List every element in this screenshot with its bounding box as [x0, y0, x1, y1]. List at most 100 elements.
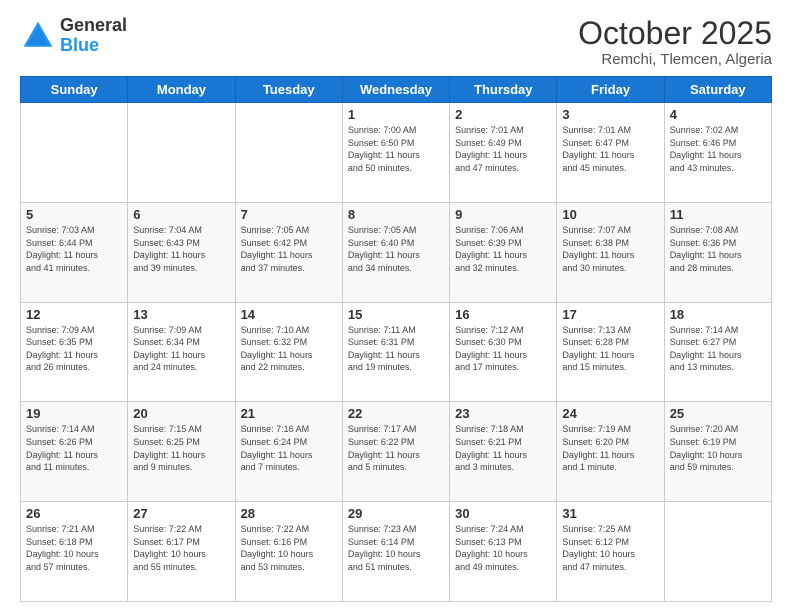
day-number: 28: [241, 506, 337, 521]
day-number: 2: [455, 107, 551, 122]
logo-blue-text: Blue: [60, 35, 99, 55]
day-number: 6: [133, 207, 229, 222]
calendar-header-row: SundayMondayTuesdayWednesdayThursdayFrid…: [21, 77, 772, 103]
day-number: 21: [241, 406, 337, 421]
day-number: 23: [455, 406, 551, 421]
logo-icon: [20, 18, 56, 54]
calendar-week-row: 5 Sunrise: 7:03 AM Sunset: 6:44 PM Daylig…: [21, 202, 772, 302]
day-number: 5: [26, 207, 122, 222]
calendar-cell: 20 Sunrise: 7:15 AM Sunset: 6:25 PM Dayli…: [128, 402, 235, 502]
logo: General Blue: [20, 16, 127, 56]
title-section: October 2025 Remchi, Tlemcen, Algeria: [578, 16, 772, 68]
calendar-cell: [128, 103, 235, 203]
day-number: 12: [26, 307, 122, 322]
calendar-cell: [664, 502, 771, 602]
calendar-cell: 30Sunrise: 7:24 AM Sunset: 6:13 PM Dayli…: [450, 502, 557, 602]
day-info: Sunrise: 7:22 AM Sunset: 6:16 PM Dayligh…: [241, 523, 337, 573]
calendar-cell: 27 Sunrise: 7:22 AM Sunset: 6:17 PM Dayli…: [128, 502, 235, 602]
day-info: Sunrise: 7:03 AM Sunset: 6:44 PM Dayligh…: [26, 224, 122, 274]
day-number: 20: [133, 406, 229, 421]
day-header-wednesday: Wednesday: [342, 77, 449, 103]
day-info: Sunrise: 7:01 AM Sunset: 6:49 PM Dayligh…: [455, 124, 551, 174]
calendar-cell: 31 Sunrise: 7:25 AM Sunset: 6:12 PM Dayli…: [557, 502, 664, 602]
calendar-week-row: 1 Sunrise: 7:00 AM Sunset: 6:50 PM Daylig…: [21, 103, 772, 203]
calendar-cell: 1 Sunrise: 7:00 AM Sunset: 6:50 PM Daylig…: [342, 103, 449, 203]
day-number: 11: [670, 207, 766, 222]
calendar-cell: 12 Sunrise: 7:09 AM Sunset: 6:35 PM Dayli…: [21, 302, 128, 402]
month-title: October 2025: [578, 16, 772, 51]
day-info: Sunrise: 7:00 AM Sunset: 6:50 PM Dayligh…: [348, 124, 444, 174]
day-info: Sunrise: 7:18 AM Sunset: 6:21 PM Dayligh…: [455, 423, 551, 473]
day-number: 31: [562, 506, 658, 521]
day-number: 18: [670, 307, 766, 322]
calendar-cell: 2 Sunrise: 7:01 AM Sunset: 6:49 PM Daylig…: [450, 103, 557, 203]
header: General Blue October 2025 Remchi, Tlemce…: [20, 16, 772, 68]
day-info: Sunrise: 7:05 AM Sunset: 6:40 PM Dayligh…: [348, 224, 444, 274]
calendar-cell: 22Sunrise: 7:17 AM Sunset: 6:22 PM Dayli…: [342, 402, 449, 502]
page: General Blue October 2025 Remchi, Tlemce…: [0, 0, 792, 612]
calendar-cell: [235, 103, 342, 203]
day-header-sunday: Sunday: [21, 77, 128, 103]
calendar-cell: 16 Sunrise: 7:12 AM Sunset: 6:30 PM Dayli…: [450, 302, 557, 402]
calendar-cell: 28 Sunrise: 7:22 AM Sunset: 6:16 PM Dayli…: [235, 502, 342, 602]
day-info: Sunrise: 7:12 AM Sunset: 6:30 PM Dayligh…: [455, 324, 551, 374]
day-number: 26: [26, 506, 122, 521]
day-number: 1: [348, 107, 444, 122]
calendar-week-row: 19 Sunrise: 7:14 AM Sunset: 6:26 PM Dayli…: [21, 402, 772, 502]
day-info: Sunrise: 7:09 AM Sunset: 6:35 PM Dayligh…: [26, 324, 122, 374]
calendar-week-row: 26 Sunrise: 7:21 AM Sunset: 6:18 PM Dayli…: [21, 502, 772, 602]
day-number: 29: [348, 506, 444, 521]
day-info: Sunrise: 7:24 AM Sunset: 6:13 PM Dayligh…: [455, 523, 551, 573]
day-info: Sunrise: 7:08 AM Sunset: 6:36 PM Dayligh…: [670, 224, 766, 274]
day-info: Sunrise: 7:21 AM Sunset: 6:18 PM Dayligh…: [26, 523, 122, 573]
day-info: Sunrise: 7:25 AM Sunset: 6:12 PM Dayligh…: [562, 523, 658, 573]
calendar: SundayMondayTuesdayWednesdayThursdayFrid…: [20, 76, 772, 602]
calendar-cell: 3Sunrise: 7:01 AM Sunset: 6:47 PM Daylig…: [557, 103, 664, 203]
day-info: Sunrise: 7:19 AM Sunset: 6:20 PM Dayligh…: [562, 423, 658, 473]
day-info: Sunrise: 7:09 AM Sunset: 6:34 PM Dayligh…: [133, 324, 229, 374]
day-info: Sunrise: 7:15 AM Sunset: 6:25 PM Dayligh…: [133, 423, 229, 473]
day-info: Sunrise: 7:13 AM Sunset: 6:28 PM Dayligh…: [562, 324, 658, 374]
day-info: Sunrise: 7:10 AM Sunset: 6:32 PM Dayligh…: [241, 324, 337, 374]
calendar-cell: 7 Sunrise: 7:05 AM Sunset: 6:42 PM Daylig…: [235, 202, 342, 302]
calendar-cell: 14 Sunrise: 7:10 AM Sunset: 6:32 PM Dayli…: [235, 302, 342, 402]
day-info: Sunrise: 7:05 AM Sunset: 6:42 PM Dayligh…: [241, 224, 337, 274]
calendar-cell: 6 Sunrise: 7:04 AM Sunset: 6:43 PM Daylig…: [128, 202, 235, 302]
day-number: 16: [455, 307, 551, 322]
day-info: Sunrise: 7:02 AM Sunset: 6:46 PM Dayligh…: [670, 124, 766, 174]
day-number: 19: [26, 406, 122, 421]
day-info: Sunrise: 7:14 AM Sunset: 6:26 PM Dayligh…: [26, 423, 122, 473]
day-info: Sunrise: 7:07 AM Sunset: 6:38 PM Dayligh…: [562, 224, 658, 274]
calendar-cell: 26 Sunrise: 7:21 AM Sunset: 6:18 PM Dayli…: [21, 502, 128, 602]
day-number: 7: [241, 207, 337, 222]
calendar-cell: 21Sunrise: 7:16 AM Sunset: 6:24 PM Dayli…: [235, 402, 342, 502]
day-header-tuesday: Tuesday: [235, 77, 342, 103]
day-header-monday: Monday: [128, 77, 235, 103]
day-number: 4: [670, 107, 766, 122]
day-info: Sunrise: 7:04 AM Sunset: 6:43 PM Dayligh…: [133, 224, 229, 274]
calendar-cell: [21, 103, 128, 203]
day-number: 10: [562, 207, 658, 222]
calendar-cell: 8Sunrise: 7:05 AM Sunset: 6:40 PM Daylig…: [342, 202, 449, 302]
calendar-week-row: 12 Sunrise: 7:09 AM Sunset: 6:35 PM Dayli…: [21, 302, 772, 402]
day-number: 15: [348, 307, 444, 322]
calendar-cell: 18 Sunrise: 7:14 AM Sunset: 6:27 PM Dayli…: [664, 302, 771, 402]
day-number: 13: [133, 307, 229, 322]
calendar-cell: 23 Sunrise: 7:18 AM Sunset: 6:21 PM Dayli…: [450, 402, 557, 502]
day-number: 14: [241, 307, 337, 322]
calendar-cell: 11 Sunrise: 7:08 AM Sunset: 6:36 PM Dayli…: [664, 202, 771, 302]
calendar-cell: 10 Sunrise: 7:07 AM Sunset: 6:38 PM Dayli…: [557, 202, 664, 302]
day-number: 22: [348, 406, 444, 421]
day-number: 25: [670, 406, 766, 421]
calendar-cell: 15 Sunrise: 7:11 AM Sunset: 6:31 PM Dayli…: [342, 302, 449, 402]
day-info: Sunrise: 7:01 AM Sunset: 6:47 PM Dayligh…: [562, 124, 658, 174]
day-info: Sunrise: 7:14 AM Sunset: 6:27 PM Dayligh…: [670, 324, 766, 374]
calendar-cell: 13 Sunrise: 7:09 AM Sunset: 6:34 PM Dayli…: [128, 302, 235, 402]
calendar-cell: 17Sunrise: 7:13 AM Sunset: 6:28 PM Dayli…: [557, 302, 664, 402]
day-header-friday: Friday: [557, 77, 664, 103]
calendar-cell: 5 Sunrise: 7:03 AM Sunset: 6:44 PM Daylig…: [21, 202, 128, 302]
day-number: 24: [562, 406, 658, 421]
day-info: Sunrise: 7:11 AM Sunset: 6:31 PM Dayligh…: [348, 324, 444, 374]
day-number: 27: [133, 506, 229, 521]
day-info: Sunrise: 7:22 AM Sunset: 6:17 PM Dayligh…: [133, 523, 229, 573]
